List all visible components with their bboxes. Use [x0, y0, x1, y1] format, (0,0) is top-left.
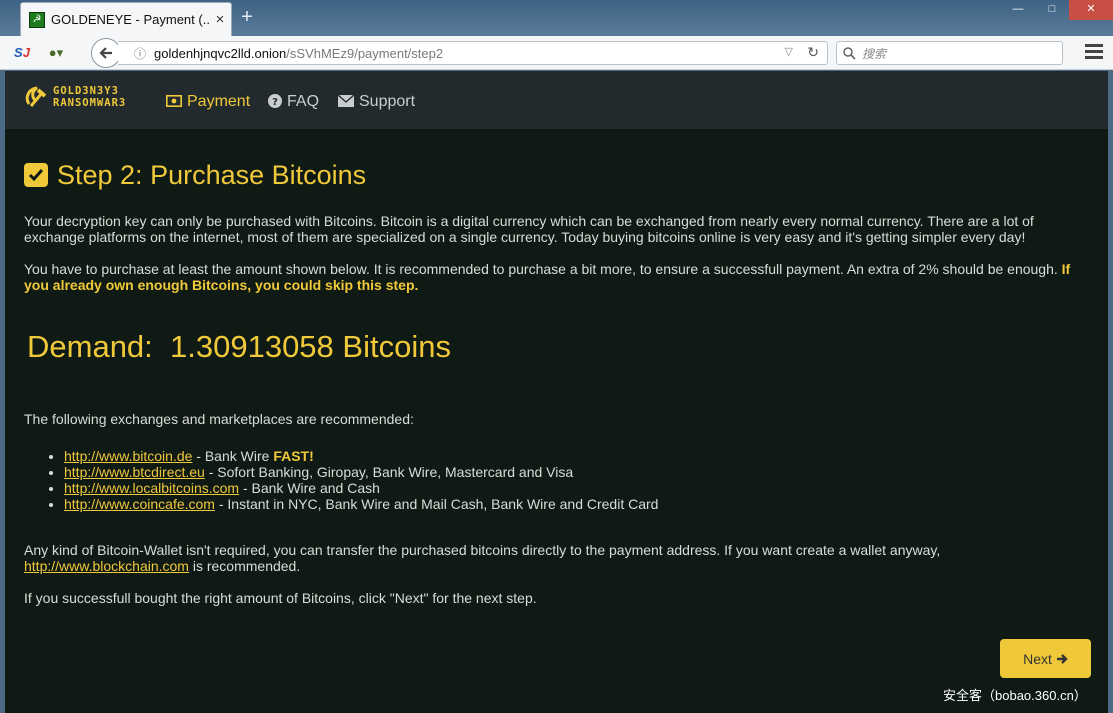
demand-amount: Demand: 1.30913058 Bitcoins	[27, 329, 451, 364]
exchange-badge: FAST!	[273, 448, 314, 464]
tab-title: GOLDENEYE - Payment (...	[51, 12, 209, 27]
browser-tab[interactable]: ☭ GOLDENEYE - Payment (... ×	[20, 2, 232, 36]
exchange-link[interactable]: http://www.coincafe.com	[64, 496, 215, 512]
list-item: http://www.coincafe.com - Instant in NYC…	[64, 496, 658, 512]
purchase-note: You have to purchase at least the amount…	[24, 261, 1058, 277]
hammer-sickle-icon	[25, 86, 47, 107]
new-tab-button[interactable]: +	[236, 7, 258, 29]
logo-line2: RANSOMWAR3	[53, 97, 127, 109]
url-path: /sSVhMEz9/payment/step2	[286, 45, 444, 61]
info-icon[interactable]: ⓘ	[134, 45, 146, 62]
search-input[interactable]: 搜索	[836, 41, 1063, 65]
watermark: 安全客（bobao.360.cn）	[943, 688, 1087, 703]
hamburger-menu-icon[interactable]	[1085, 44, 1103, 62]
svg-text:?: ?	[272, 97, 278, 108]
window-controls: — □ ✕	[1001, 0, 1113, 20]
browser-navbar: SJ ●▾ ⓘ goldenhjnqvc2lld.onion/sSVhMEz9/…	[0, 36, 1113, 70]
intro-paragraph: Your decryption key can only be purchase…	[24, 213, 1034, 245]
exchange-list: http://www.bitcoin.de - Bank Wire FAST! …	[64, 448, 658, 512]
nav-faq-label: FAQ	[287, 93, 320, 110]
wallet-paragraph: Any kind of Bitcoin-Wallet isn't require…	[24, 542, 1094, 574]
arrow-right-icon	[1056, 653, 1068, 664]
money-icon	[166, 94, 182, 110]
wallet-note: Any kind of Bitcoin-Wallet isn't require…	[24, 542, 941, 558]
nav-support-label: Support	[359, 93, 416, 110]
exchanges-intro: The following exchanges and marketplaces…	[24, 411, 414, 427]
check-square-icon	[24, 163, 48, 187]
exchange-desc: - Bank Wire and Cash	[239, 480, 380, 496]
list-item: http://www.localbitcoins.com - Bank Wire…	[64, 480, 658, 496]
search-placeholder: 搜索	[862, 46, 887, 61]
logo-text: GOLD3N3Y3 RANSOMWAR3	[53, 85, 126, 109]
back-arrow-icon	[99, 47, 112, 59]
address-bar[interactable]: ⓘ goldenhjnqvc2lld.onion/sSVhMEz9/paymen…	[118, 41, 828, 65]
nav-payment[interactable]: Payment	[166, 93, 250, 111]
search-icon	[843, 46, 856, 60]
blockchain-link[interactable]: http://www.blockchain.com	[24, 558, 189, 574]
url-host: goldenhjnqvc2lld.onion	[154, 45, 287, 61]
page-title: Step 2: Purchase Bitcoins	[24, 159, 366, 191]
reload-icon[interactable]: ↻	[807, 44, 819, 61]
next-button[interactable]: Next	[1000, 639, 1091, 678]
next-button-label: Next	[1023, 650, 1052, 667]
nav-payment-label: Payment	[187, 93, 251, 110]
question-circle-icon: ?	[268, 93, 282, 111]
browser-tab-strip: ☭ GOLDENEYE - Payment (... × + — □ ✕	[0, 0, 1113, 36]
maximize-icon[interactable]: □	[1035, 0, 1069, 20]
minimize-icon[interactable]: —	[1001, 0, 1035, 20]
exchange-desc: - Bank Wire	[192, 448, 274, 464]
list-item: http://www.btcdirect.eu - Sofort Banking…	[64, 464, 658, 480]
nav-support[interactable]: Support	[337, 93, 416, 111]
next-hint: If you successfull bought the right amou…	[24, 590, 537, 606]
web-page: GOLD3N3Y3 RANSOMWAR3 Payment ? FAQ Suppo…	[5, 71, 1108, 713]
exchange-link[interactable]: http://www.btcdirect.eu	[64, 464, 205, 480]
list-item: http://www.bitcoin.de - Bank Wire FAST!	[64, 448, 658, 464]
site-navbar: GOLD3N3Y3 RANSOMWAR3 Payment ? FAQ Suppo…	[5, 71, 1108, 129]
exchange-link[interactable]: http://www.bitcoin.de	[64, 448, 192, 464]
purchase-paragraph: You have to purchase at least the amount…	[24, 261, 1094, 293]
tab-close-icon[interactable]: ×	[209, 11, 231, 28]
step-heading-text: Step 2: Purchase Bitcoins	[57, 160, 367, 190]
site-favicon-icon: ☭	[29, 11, 45, 28]
envelope-icon	[337, 94, 355, 110]
nav-faq[interactable]: ? FAQ	[268, 93, 319, 111]
wallet-suffix: is recommended.	[188, 558, 301, 574]
goldeneye-logo[interactable]: GOLD3N3Y3 RANSOMWAR3	[23, 83, 148, 111]
back-button[interactable]	[91, 38, 121, 68]
logo-line1: GOLD3N3Y3	[53, 85, 119, 97]
window-close-icon[interactable]: ✕	[1069, 0, 1113, 20]
tor-onion-icon[interactable]: ●▾	[46, 43, 66, 63]
exchange-link[interactable]: http://www.localbitcoins.com	[64, 480, 239, 496]
url-dropdown-icon[interactable]: ▽	[785, 45, 793, 58]
extension-icon[interactable]: SJ	[12, 43, 32, 63]
exchange-desc: - Instant in NYC, Bank Wire and Mail Cas…	[214, 496, 659, 512]
exchange-desc: - Sofort Banking, Giropay, Bank Wire, Ma…	[204, 464, 574, 480]
